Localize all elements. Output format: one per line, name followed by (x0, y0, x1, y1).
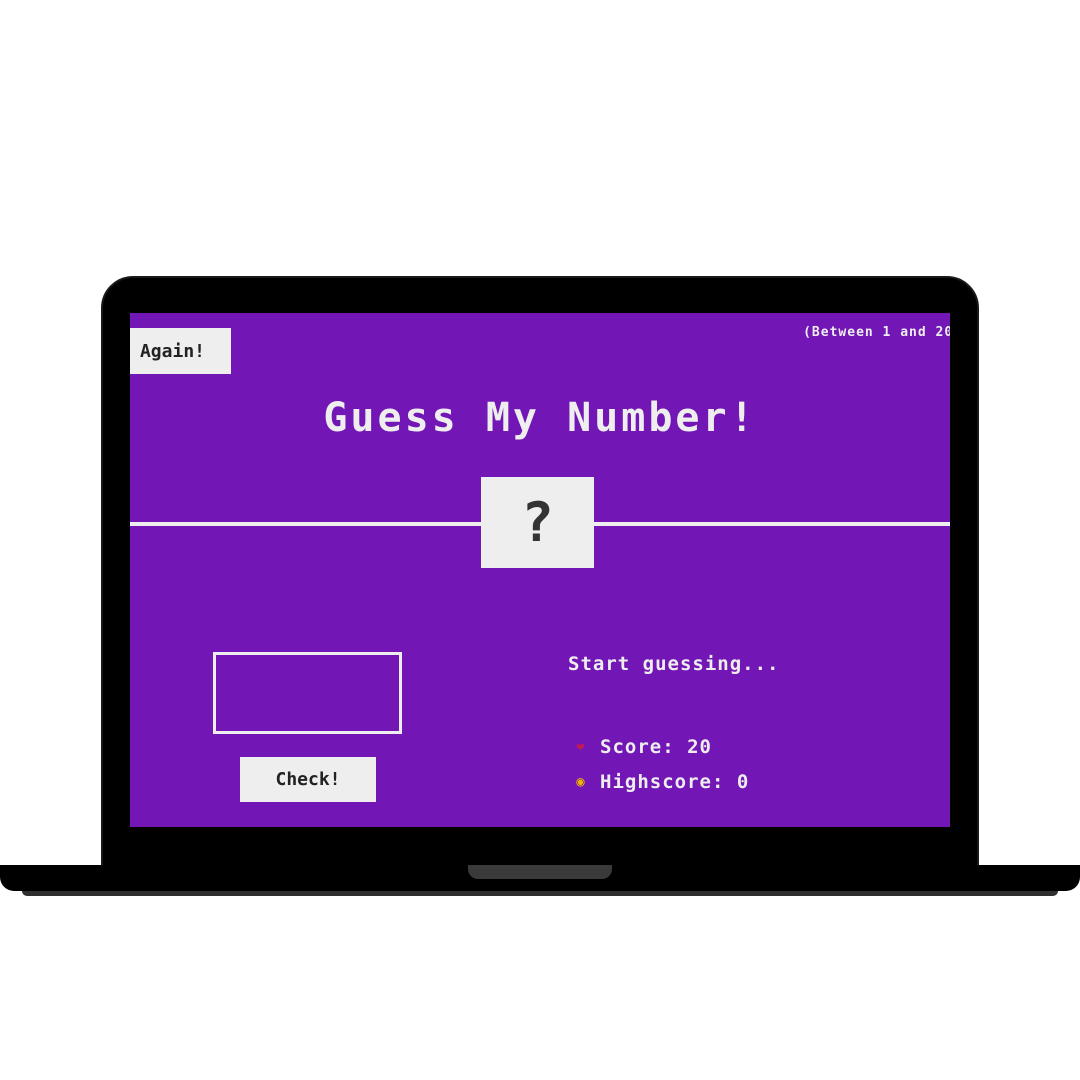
laptop-base-edge (22, 891, 1058, 896)
status-message: Start guessing... (568, 653, 780, 675)
again-button[interactable]: Again! (130, 328, 231, 374)
score-value: 20 (687, 736, 712, 758)
highscore-value: 0 (736, 771, 750, 793)
check-button[interactable]: Check! (240, 757, 376, 802)
laptop-notch (468, 865, 612, 879)
guess-input[interactable] (213, 652, 402, 734)
score-row: ❤ Score: 20 (570, 736, 712, 758)
range-hint: (Between 1 and 20) (803, 325, 950, 340)
game-screen: Again! (Between 1 and 20) Guess My Numbe… (130, 313, 950, 827)
page-title: Guess My Number! (323, 395, 757, 441)
highscore-row: ◉ Highscore: 0 (570, 771, 749, 793)
secret-number-box: ? (481, 477, 594, 568)
highscore-label: Highscore: (600, 771, 725, 793)
heart-icon: ❤ (576, 739, 586, 755)
score-label: Score: (600, 736, 675, 758)
medal-icon: ◉ (576, 774, 586, 790)
